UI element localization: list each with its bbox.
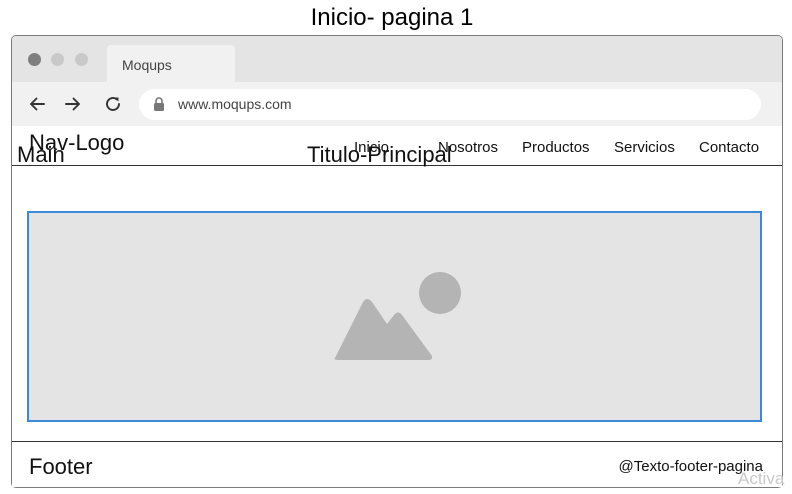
back-arrow-icon[interactable] [28,95,46,113]
nav-link-servicios[interactable]: Servicios [614,139,675,156]
image-placeholder-icon [334,272,461,360]
url-text: www.moqups.com [178,96,292,112]
url-field[interactable]: www.moqups.com [139,89,761,120]
browser-tab[interactable]: Moqups [107,45,235,82]
nav-link-contacto[interactable]: Contacto [699,139,759,156]
window-maximize-dot[interactable] [75,53,88,66]
lock-icon [154,97,164,111]
page-title: Inicio- pagina 1 [310,4,474,31]
address-bar: www.moqups.com [12,82,782,126]
browser-tab-label: Moqups [122,57,172,73]
site-footer: Footer @Texto-footer-pagina [12,441,782,487]
reload-icon[interactable] [104,95,122,113]
window-close-dot[interactable] [28,53,41,66]
main-label: Main [17,142,65,167]
image-placeholder [27,211,762,422]
nav-link-productos[interactable]: Productos [522,139,590,156]
watermark-text: Activa [738,469,785,488]
main-title: Titulo-Principal [307,142,452,167]
tab-bar: Moqups [12,36,782,82]
forward-arrow-icon[interactable] [64,95,82,113]
page: Inicio- pagina 1 Moqups www.moqups.com N… [0,0,792,494]
footer-label: Footer [29,454,93,479]
window-minimize-dot[interactable] [51,53,64,66]
